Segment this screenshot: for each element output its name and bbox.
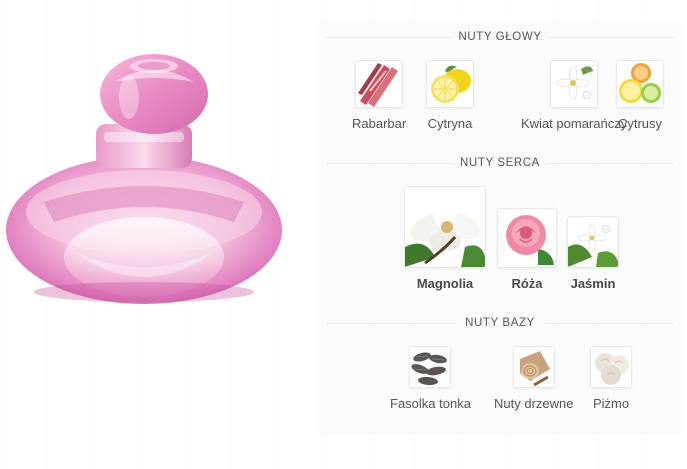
fragrance-notes-panel: NUTY GŁOWY Rabarbar Cytryna Kwiat pomara…	[318, 20, 682, 435]
base-notes-header: NUTY BAZY	[318, 314, 682, 332]
note-wood: Nuty drzewne	[494, 346, 573, 411]
perfume-bottle-image	[4, 52, 284, 312]
note-jasmine: Jaśmin	[567, 216, 619, 291]
heart-notes-header: NUTY SERCA	[318, 154, 682, 172]
orange-blossom-icon	[550, 60, 599, 108]
section-title: NUTY SERCA	[452, 157, 548, 169]
note-tonka-bean: Fasolka tonka	[390, 346, 471, 411]
note-rose: Róża	[497, 208, 557, 291]
note-label: Fasolka tonka	[390, 396, 471, 411]
note-label: Jaśmin	[570, 276, 616, 291]
jasmine-icon	[567, 216, 619, 268]
note-label: Cytryna	[427, 116, 473, 131]
note-magnolia: Magnolia	[404, 186, 486, 291]
musk-icon	[590, 346, 632, 388]
note-label: Rabarbar	[352, 116, 407, 131]
top-notes-header: NUTY GŁOWY	[318, 28, 682, 46]
rhubarb-icon	[355, 60, 404, 108]
note-label: Cytrusy	[617, 116, 663, 131]
note-label: Nuty drzewne	[494, 396, 574, 411]
product-notes-page: NUTY GŁOWY Rabarbar Cytryna Kwiat pomara…	[0, 0, 687, 469]
section-title: NUTY GŁOWY	[450, 31, 550, 43]
note-label: Piżmo	[592, 396, 630, 411]
section-title: NUTY BAZY	[457, 317, 543, 329]
note-rhubarb: Rabarbar	[352, 60, 406, 131]
citrus-icon	[616, 60, 664, 108]
magnolia-icon	[404, 186, 486, 268]
wood-icon	[512, 346, 555, 388]
tonka-bean-icon	[409, 346, 452, 388]
note-label: Magnolia	[416, 276, 474, 291]
note-musk: Piżmo	[590, 346, 632, 411]
lemon-icon	[426, 60, 474, 108]
note-label: Kwiat pomarańczy	[521, 116, 628, 131]
note-lemon: Cytryna	[426, 60, 474, 131]
rose-icon	[497, 208, 557, 268]
note-citrus: Cytrusy	[616, 60, 664, 131]
note-label: Róża	[511, 276, 543, 291]
note-orange-blossom: Kwiat pomarańczy	[521, 60, 627, 131]
